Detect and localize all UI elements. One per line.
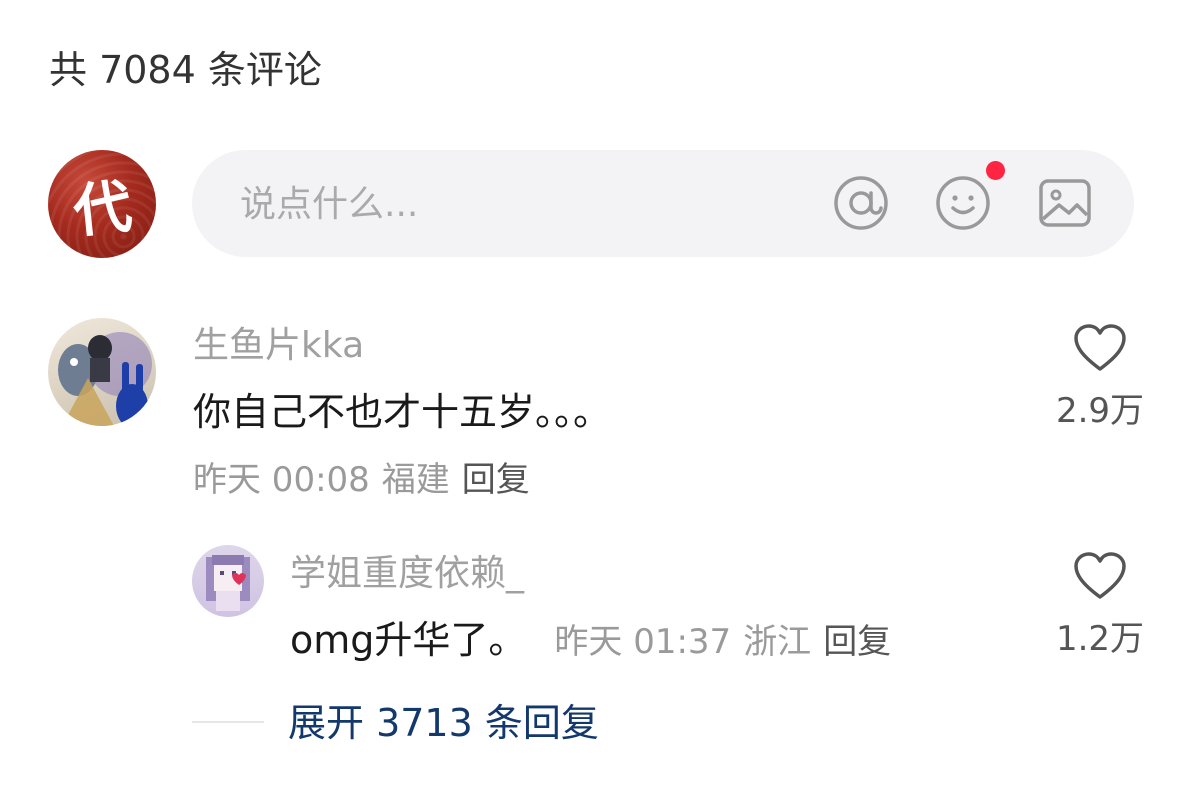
like-count: 2.9万 bbox=[1055, 391, 1145, 431]
reply-user-avatar[interactable] bbox=[192, 545, 264, 617]
reply-text: omg升华了。 bbox=[290, 618, 527, 662]
reply-button[interactable]: 回复 bbox=[823, 622, 891, 662]
avatar-image bbox=[58, 332, 152, 426]
reply-button[interactable]: 回复 bbox=[462, 460, 530, 500]
current-user-avatar[interactable]: 代 bbox=[48, 150, 156, 258]
expand-replies-link[interactable]: 展开 3713 条回复 bbox=[288, 698, 599, 748]
reply-body: omg升华了。 昨天 01:37 浙江 回复 bbox=[290, 614, 903, 666]
user-avatar[interactable] bbox=[48, 318, 156, 426]
expand-divider bbox=[192, 721, 264, 723]
emoji-icon[interactable] bbox=[935, 175, 991, 231]
notification-dot bbox=[986, 161, 1005, 180]
reply-username[interactable]: 学姐重度依赖_ bbox=[290, 550, 524, 598]
at-icon[interactable] bbox=[833, 175, 889, 231]
comment-username[interactable]: 生鱼片kka bbox=[193, 322, 364, 370]
heart-icon[interactable] bbox=[1073, 551, 1127, 601]
comment-text: 你自己不也才十五岁。。。 bbox=[193, 390, 612, 434]
comment-input-placeholder: 说点什么... bbox=[240, 184, 419, 225]
avatar-char: 代 bbox=[70, 172, 135, 246]
reply-meta: 昨天 01:37 浙江 回复 bbox=[554, 619, 903, 665]
comment-meta: 昨天 00:08 福建 回复 bbox=[193, 457, 542, 503]
heart-icon[interactable] bbox=[1073, 323, 1127, 373]
reply-like-count: 1.2万 bbox=[1055, 619, 1145, 659]
image-icon[interactable] bbox=[1037, 175, 1093, 231]
avatar-image bbox=[206, 555, 250, 611]
reply-location: 浙江 bbox=[743, 622, 812, 662]
comment-count-heading: 共 7084 条评论 bbox=[49, 48, 322, 92]
comment-location: 福建 bbox=[381, 460, 450, 500]
comment-time: 昨天 00:08 bbox=[193, 460, 370, 500]
reply-time: 昨天 01:37 bbox=[554, 622, 732, 662]
